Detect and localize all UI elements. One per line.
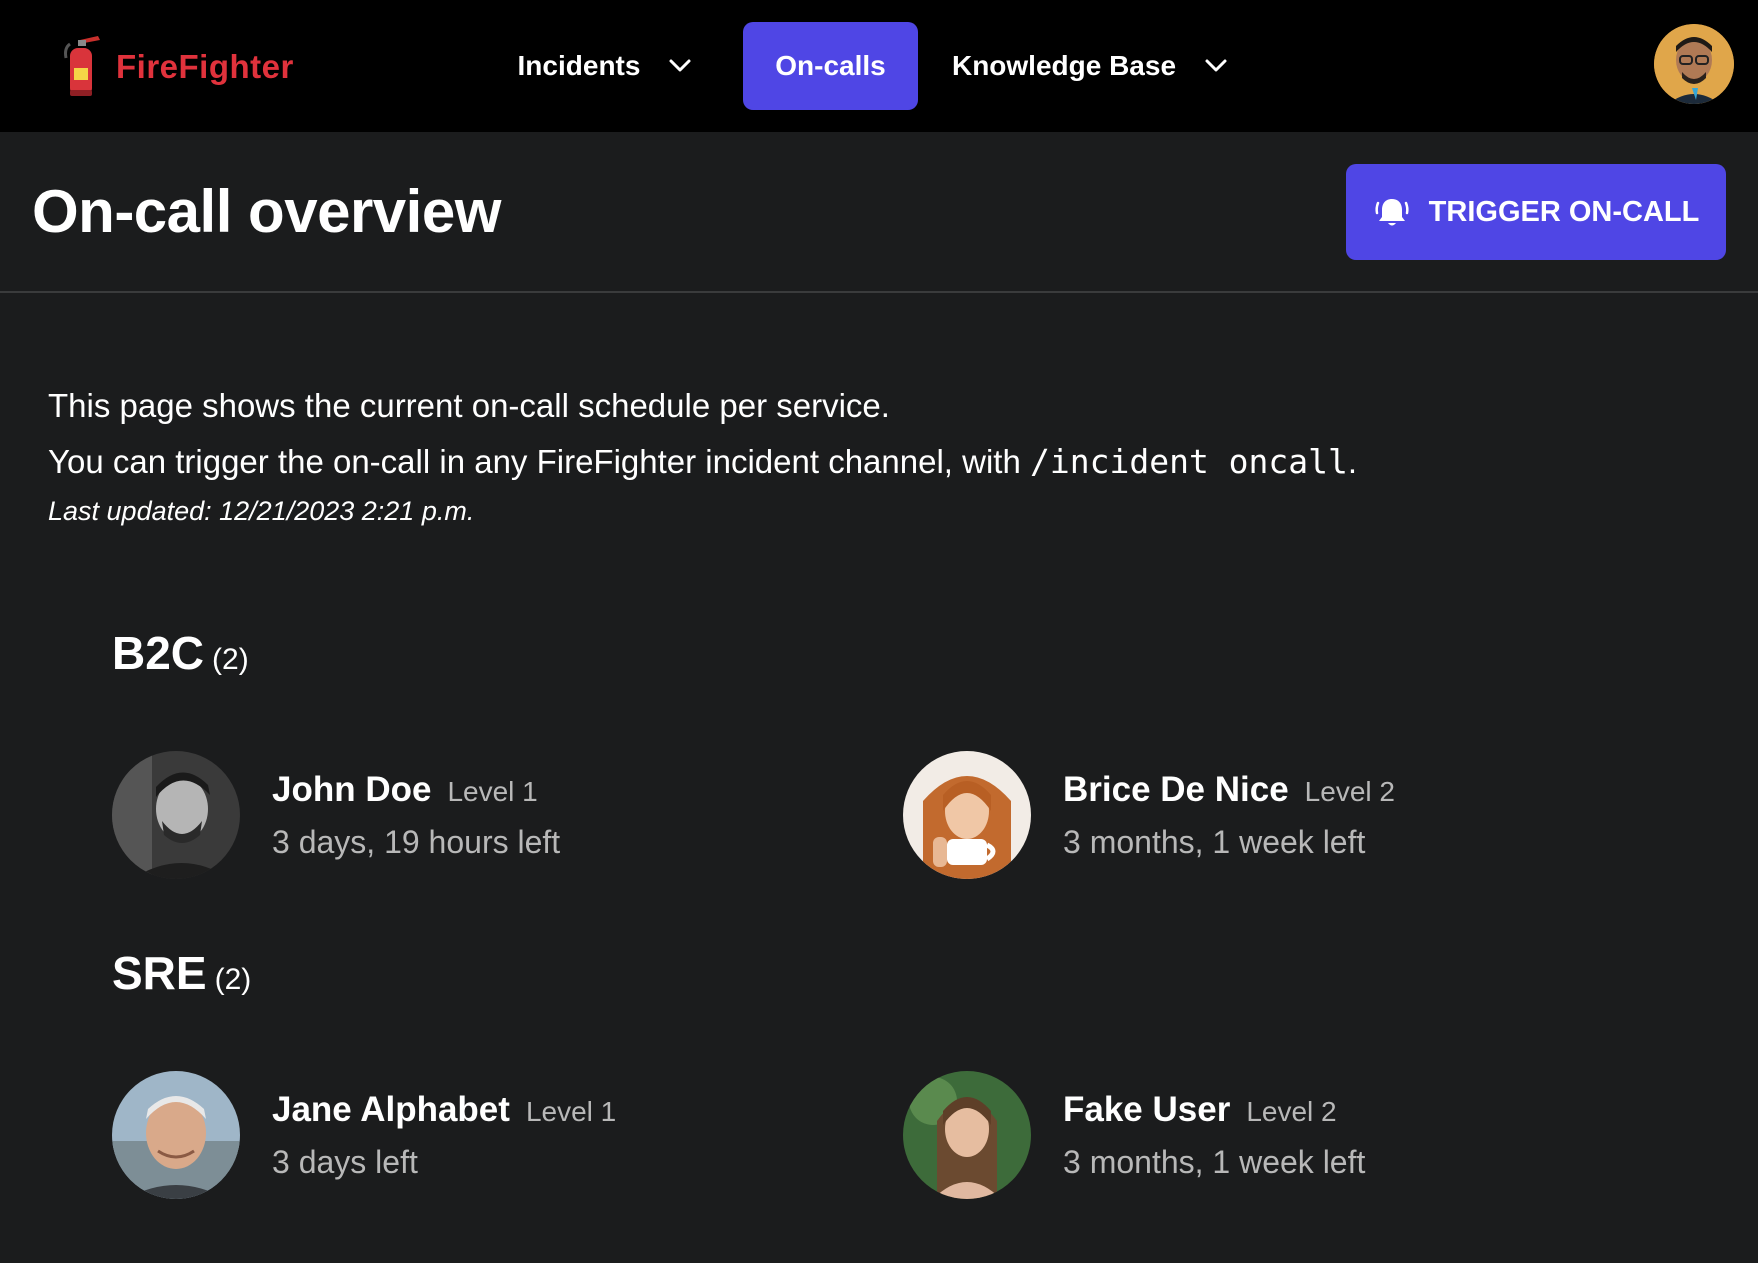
description-line-2-prefix: You can trigger the on-call in any FireF… <box>48 443 1030 480</box>
page-title: On-call overview <box>32 178 501 245</box>
trigger-oncall-label: TRIGGER ON-CALL <box>1428 195 1700 228</box>
top-navbar: FireFighter Incidents On-calls Knowledge… <box>0 0 1758 132</box>
person-avatar <box>903 751 1031 879</box>
person-time-left: 3 days left <box>272 1143 418 1180</box>
service-title-b2c: B2C (2) <box>112 626 249 680</box>
person-info: Brice De Nice Level 2 3 months, 1 week le… <box>1063 770 1395 861</box>
chevron-down-icon <box>669 59 691 72</box>
description-line-2-suffix: . <box>1347 443 1358 480</box>
person-info: Jane Alphabet Level 1 3 days left <box>272 1090 616 1181</box>
nav-knowledge-base[interactable]: Knowledge Base <box>940 22 1240 110</box>
last-updated: Last updated: 12/21/2023 2:21 p.m. <box>48 496 475 526</box>
command-code: /incident oncall <box>1030 442 1348 481</box>
service-count: (2) <box>212 643 249 676</box>
fire-extinguisher-icon <box>64 36 100 96</box>
bell-ringing-icon <box>1375 199 1409 226</box>
person-time-left: 3 months, 1 week left <box>1063 1143 1366 1180</box>
page-description: This page shows the current on-call sche… <box>48 378 1357 527</box>
person-name[interactable]: Jane Alphabet <box>272 1090 510 1129</box>
nav-incidents-label: Incidents <box>517 50 641 81</box>
oncall-person: Jane Alphabet Level 1 3 days left <box>112 1070 616 1200</box>
person-avatar <box>112 1071 240 1199</box>
page-header: On-call overview TRIGGER ON-CALL <box>0 132 1758 293</box>
description-line-1: This page shows the current on-call sche… <box>48 387 890 424</box>
service-name: SRE <box>112 947 207 999</box>
person-info: Fake User Level 2 3 months, 1 week left <box>1063 1090 1365 1181</box>
oncall-person: Brice De Nice Level 2 3 months, 1 week le… <box>903 750 1395 880</box>
person-level: Level 1 <box>525 1095 617 1127</box>
person-level: Level 2 <box>1246 1095 1337 1127</box>
service-count: (2) <box>214 963 252 996</box>
person-time-left: 3 months, 1 week left <box>1063 823 1366 860</box>
person-name[interactable]: John Doe <box>272 770 431 809</box>
user-avatar-image <box>1654 24 1734 104</box>
oncall-person: John Doe Level 1 3 days, 19 hours left <box>112 750 560 880</box>
nav-incidents[interactable]: Incidents <box>500 22 710 110</box>
nav-knowledge-base-label: Knowledge Base <box>951 50 1177 81</box>
chevron-down-icon <box>1205 59 1227 72</box>
brand-logo[interactable]: FireFighter <box>60 34 294 100</box>
person-info: John Doe Level 1 3 days, 19 hours left <box>272 770 560 861</box>
person-avatar <box>112 751 240 879</box>
nav-oncalls[interactable]: On-calls <box>743 22 918 110</box>
person-name[interactable]: Brice De Nice <box>1063 770 1289 809</box>
person-avatar <box>903 1071 1031 1199</box>
person-level: Level 1 <box>447 775 538 807</box>
trigger-oncall-button[interactable]: TRIGGER ON-CALL <box>1346 164 1726 260</box>
person-level: Level 2 <box>1304 775 1395 807</box>
nav-oncalls-label: On-calls <box>775 50 886 81</box>
brand-name: FireFighter <box>116 48 294 85</box>
person-name[interactable]: Fake User <box>1063 1090 1230 1129</box>
oncall-person: Fake User Level 2 3 months, 1 week left <box>903 1070 1365 1200</box>
description-line-2: You can trigger the on-call in any FireF… <box>48 434 1357 490</box>
person-time-left: 3 days, 19 hours left <box>272 823 561 860</box>
service-name: B2C <box>112 627 205 679</box>
service-title-sre: SRE (2) <box>112 946 251 1000</box>
user-avatar[interactable] <box>1654 24 1734 104</box>
